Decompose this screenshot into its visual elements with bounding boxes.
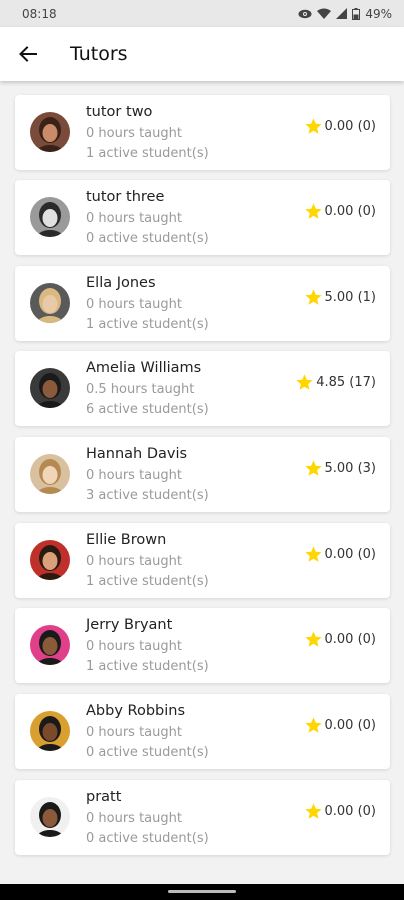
tutor-name: tutor three: [86, 189, 165, 205]
tutor-hours: 0 hours taught: [86, 126, 182, 141]
tutor-students: 1 active student(s): [86, 317, 209, 332]
tutor-students: 1 active student(s): [86, 574, 209, 589]
tutor-hours: 0 hours taught: [86, 811, 182, 826]
star-icon: [296, 374, 313, 390]
tutor-card[interactable]: tutor two 0 hours taught 1 active student(…: [15, 95, 390, 170]
tutor-students: 3 active student(s): [86, 488, 209, 503]
avatar: [30, 368, 70, 408]
tutor-rating: 0.00 (0): [304, 630, 377, 649]
tutor-hours: 0 hours taught: [86, 639, 182, 654]
tutor-students: 0 active student(s): [86, 745, 209, 760]
wifi-icon: [317, 8, 332, 19]
rating-value: 4.85 (17): [316, 375, 376, 390]
tutor-card[interactable]: Amelia Williams 0.5 hours taught 6 active …: [15, 351, 390, 426]
star-icon: [304, 460, 322, 476]
avatar: [30, 711, 70, 751]
battery-percent: 49%: [365, 6, 392, 21]
tutor-list: tutor two 0 hours taught 1 active student(…: [0, 81, 404, 884]
tutor-students: 0 active student(s): [86, 231, 209, 246]
arrow-left-icon: [19, 46, 37, 62]
tutor-card[interactable]: Ella Jones 0 hours taught 1 active student…: [15, 266, 390, 341]
avatar: [30, 112, 70, 152]
app-bar: Tutors: [0, 27, 404, 81]
rating-value: 5.00 (3): [324, 461, 377, 476]
eye-icon: [298, 9, 312, 18]
tutor-hours: 0 hours taught: [86, 725, 182, 740]
tutor-rating: 0.00 (0): [304, 117, 377, 136]
tutor-card[interactable]: Hannah Davis 0 hours taught 3 active stude…: [15, 437, 390, 512]
avatar: [30, 283, 70, 323]
rating-value: 0.00 (0): [324, 547, 377, 562]
tutor-rating: 5.00 (1): [304, 288, 377, 307]
rating-value: 0.00 (0): [324, 804, 377, 819]
tutor-name: Ella Jones: [86, 275, 156, 291]
tutor-rating: 0.00 (0): [304, 716, 377, 735]
tutor-card[interactable]: Jerry Bryant 0 hours taught 1 active stude…: [15, 608, 390, 683]
avatar: [30, 625, 70, 665]
star-icon: [304, 118, 322, 134]
status-time: 08:18: [22, 6, 57, 21]
star-icon: [304, 803, 322, 819]
star-icon: [304, 289, 322, 305]
tutor-students: 1 active student(s): [86, 146, 209, 161]
tutor-rating: 0.00 (0): [304, 802, 377, 821]
battery-icon: [352, 7, 361, 20]
status-bar: 08:18 49%: [0, 0, 404, 27]
avatar: [30, 797, 70, 837]
avatar: [30, 454, 70, 494]
star-icon: [304, 717, 322, 733]
tutor-rating: 5.00 (3): [304, 459, 377, 478]
tutor-card[interactable]: pratt 0 hours taught 0 active student(s) 0.…: [15, 780, 390, 855]
rating-value: 0.00 (0): [324, 632, 377, 647]
tutor-rating: 0.00 (0): [304, 545, 377, 564]
rating-value: 5.00 (1): [324, 290, 377, 305]
tutor-card[interactable]: Abby Robbins 0 hours taught 0 active stude…: [15, 694, 390, 769]
tutor-card[interactable]: tutor three 0 hours taught 0 active studen…: [15, 180, 390, 255]
back-button[interactable]: [0, 27, 56, 81]
star-icon: [304, 546, 322, 562]
tutor-card[interactable]: Ellie Brown 0 hours taught 1 active studen…: [15, 523, 390, 598]
rating-value: 0.00 (0): [324, 204, 377, 219]
rating-value: 0.00 (0): [324, 718, 377, 733]
navigation-bar: [0, 884, 404, 900]
tutor-students: 0 active student(s): [86, 831, 209, 846]
tutor-rating: 0.00 (0): [304, 202, 377, 221]
star-icon: [304, 631, 322, 647]
tutor-hours: 0 hours taught: [86, 211, 182, 226]
tutor-name: Jerry Bryant: [86, 617, 173, 633]
tutor-students: 1 active student(s): [86, 659, 209, 674]
status-icons: 49%: [298, 7, 392, 21]
tutor-hours: 0 hours taught: [86, 554, 182, 569]
home-indicator[interactable]: [168, 890, 236, 893]
avatar: [30, 540, 70, 580]
tutor-name: Abby Robbins: [86, 703, 185, 719]
tutor-hours: 0 hours taught: [86, 468, 182, 483]
tutor-rating: 4.85 (17): [295, 373, 376, 392]
tutor-hours: 0.5 hours taught: [86, 382, 195, 397]
tutor-name: Hannah Davis: [86, 446, 188, 462]
tutor-name: Ellie Brown: [86, 532, 167, 548]
tutor-name: Amelia Williams: [86, 360, 202, 376]
tutor-name: pratt: [86, 789, 122, 805]
signal-icon: [336, 8, 348, 19]
tutor-hours: 0 hours taught: [86, 297, 182, 312]
tutor-students: 6 active student(s): [86, 402, 209, 417]
tutor-name: tutor two: [86, 104, 153, 120]
star-icon: [304, 203, 322, 219]
rating-value: 0.00 (0): [324, 119, 377, 134]
page-title: Tutors: [70, 43, 128, 65]
avatar: [30, 197, 70, 237]
